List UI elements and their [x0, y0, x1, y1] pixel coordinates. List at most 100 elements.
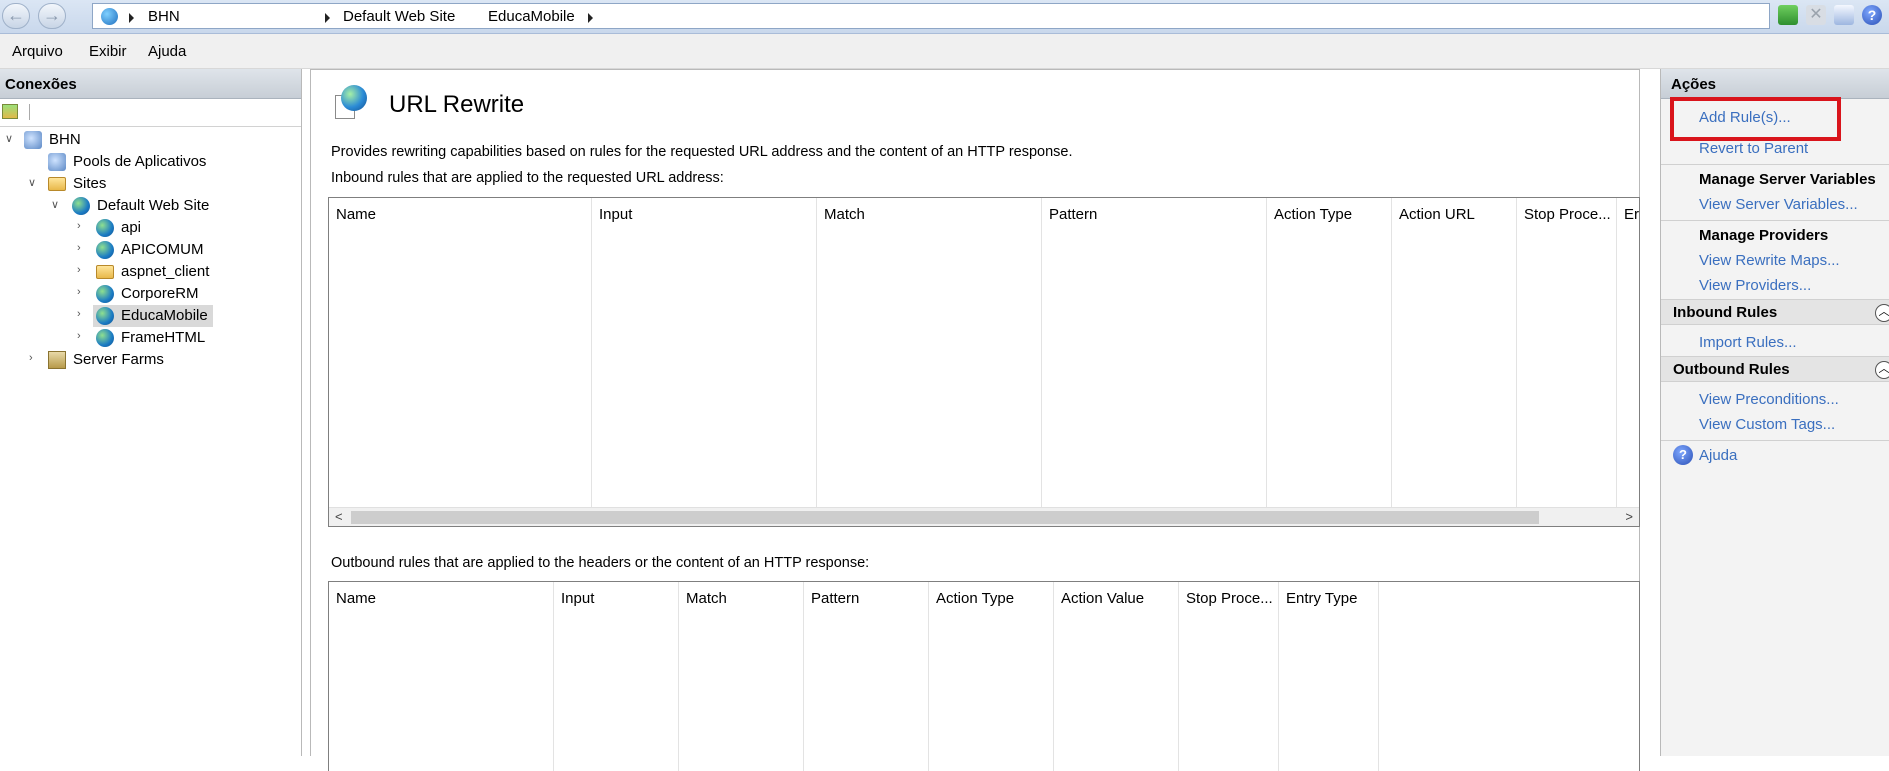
tree-item-label: Server Farms — [73, 351, 164, 368]
folder-icon — [96, 265, 114, 279]
collapsed-chevron-icon[interactable]: › — [77, 264, 81, 276]
expanded-chevron-icon[interactable]: ∨ — [28, 176, 36, 189]
address-box[interactable]: BHN Default Web Site EducaMobile — [92, 3, 1770, 29]
address-bar: ← → BHN Default Web Site EducaMobile ✕ ? — [0, 0, 1889, 34]
column-header-entry-type[interactable]: Entry Type — [1286, 590, 1357, 607]
connect-icon[interactable] — [2, 104, 18, 119]
manage-server-variables-heading: Manage Server Variables — [1699, 171, 1876, 188]
tree-item-label: Sites — [73, 175, 107, 192]
forward-arrow-icon[interactable]: → — [38, 3, 66, 29]
column-header-input[interactable]: Input — [561, 590, 594, 607]
collapsed-chevron-icon[interactable]: › — [77, 242, 81, 254]
breadcrumb-separator-icon — [129, 13, 134, 23]
expanded-chevron-icon[interactable]: ∨ — [5, 132, 13, 145]
tree-item-label: CorporeRM — [121, 285, 199, 302]
view-providers-link[interactable]: View Providers... — [1699, 277, 1811, 294]
stop-icon[interactable]: ✕ — [1806, 5, 1826, 25]
tree-item-label: BHN — [49, 131, 81, 148]
menu-arquivo[interactable]: Arquivo — [12, 43, 63, 60]
collapsed-chevron-icon[interactable]: › — [29, 352, 33, 364]
column-stop-processing: Stop Proce... — [1179, 582, 1279, 771]
tree-item-api[interactable]: › api — [0, 217, 300, 239]
column-header-name[interactable]: Name — [336, 590, 376, 607]
tree-item-label: FrameHTML — [121, 329, 206, 346]
menu-exibir[interactable]: Exibir — [89, 43, 127, 60]
actions-title: Ações — [1661, 69, 1889, 99]
feature-description: Provides rewriting capabilities based on… — [331, 144, 1073, 160]
tree-item-app-pools[interactable]: Pools de Aplicativos — [0, 151, 300, 173]
view-preconditions-link[interactable]: View Preconditions... — [1699, 391, 1839, 408]
tree-item-sites[interactable]: ∨ Sites — [0, 173, 300, 195]
tree-item-framehtml[interactable]: › FrameHTML — [0, 327, 300, 349]
page-title: URL Rewrite — [389, 91, 525, 118]
outbound-rules-grid[interactable]: Name Input Match Pattern Action Type Act… — [328, 581, 1640, 771]
view-custom-tags-link[interactable]: View Custom Tags... — [1699, 416, 1835, 433]
column-pattern: Pattern — [1042, 198, 1267, 526]
web-app-icon — [96, 285, 114, 303]
collapsed-chevron-icon[interactable]: › — [77, 330, 81, 342]
column-header-stop-processing[interactable]: Stop Proce... — [1186, 590, 1273, 607]
scrollbar-thumb[interactable] — [351, 511, 1539, 524]
help-icon: ? — [1673, 445, 1693, 465]
collapsed-chevron-icon[interactable]: › — [77, 220, 81, 232]
column-stop-processing: Stop Proce... — [1517, 198, 1617, 526]
server-icon — [24, 131, 42, 149]
inbound-rules-section[interactable]: Inbound Rules ︿ — [1661, 299, 1889, 325]
column-entry: Er — [1617, 198, 1641, 526]
refresh-icon[interactable] — [1778, 5, 1798, 25]
tree-item-label: aspnet_client — [121, 263, 210, 280]
tree-item-corporerm[interactable]: › CorporeRM — [0, 283, 300, 305]
collapsed-chevron-icon[interactable]: › — [77, 286, 81, 298]
home-icon[interactable] — [1834, 5, 1854, 25]
column-header-action-type[interactable]: Action Type — [936, 590, 1014, 607]
inbound-rules-label: Inbound rules that are applied to the re… — [331, 170, 724, 186]
tree-item-apicomum[interactable]: › APICOMUM — [0, 239, 300, 261]
sites-folder-icon — [48, 177, 66, 191]
outbound-rules-label: Outbound rules that are applied to the h… — [331, 555, 870, 571]
tree-item-default-web-site[interactable]: ∨ Default Web Site — [0, 195, 300, 217]
column-header-pattern[interactable]: Pattern — [811, 590, 859, 607]
section-title: Inbound Rules — [1673, 304, 1778, 321]
tree-item-label: APICOMUM — [121, 241, 204, 258]
view-rewrite-maps-link[interactable]: View Rewrite Maps... — [1699, 252, 1840, 269]
column-header-action-url[interactable]: Action URL — [1399, 206, 1475, 223]
collapse-icon[interactable]: ︿ — [1875, 361, 1889, 379]
revert-to-parent-link[interactable]: Revert to Parent — [1699, 140, 1808, 157]
help-link[interactable]: Ajuda — [1699, 447, 1737, 464]
horizontal-scrollbar[interactable]: < > — [329, 507, 1639, 526]
column-header-entry[interactable]: Er — [1624, 206, 1639, 223]
menu-ajuda[interactable]: Ajuda — [148, 43, 186, 60]
tree-item-educamobile[interactable]: › EducaMobile — [0, 305, 300, 327]
column-header-match[interactable]: Match — [824, 206, 865, 223]
outbound-rules-section[interactable]: Outbound Rules ︿ — [1661, 356, 1889, 382]
highlight-box — [1670, 97, 1841, 141]
scroll-right-icon[interactable]: > — [1625, 509, 1633, 524]
column-header-name[interactable]: Name — [336, 206, 376, 223]
column-header-action-value[interactable]: Action Value — [1061, 590, 1144, 607]
help-icon[interactable]: ? — [1862, 5, 1882, 25]
collapsed-chevron-icon[interactable]: › — [77, 308, 81, 320]
import-rules-link[interactable]: Import Rules... — [1699, 334, 1797, 351]
scroll-left-icon[interactable]: < — [335, 509, 343, 524]
actions-panel: Ações Add Rule(s)... Revert to Parent Ma… — [1660, 69, 1889, 756]
column-header-match[interactable]: Match — [686, 590, 727, 607]
column-header-stop-processing[interactable]: Stop Proce... — [1524, 206, 1611, 223]
collapse-icon[interactable]: ︿ — [1875, 304, 1889, 322]
breadcrumb-segment[interactable]: EducaMobile — [488, 8, 575, 25]
tree-item-label: Pools de Aplicativos — [73, 153, 207, 170]
inbound-rules-grid[interactable]: Name Input Match Pattern Action Type Act… — [328, 197, 1640, 527]
column-match: Match — [817, 198, 1042, 526]
tree-item-server[interactable]: ∨ BHN — [0, 129, 300, 151]
connections-title: Conexões — [0, 69, 301, 99]
column-header-input[interactable]: Input — [599, 206, 632, 223]
breadcrumb-segment[interactable]: BHN — [148, 8, 180, 25]
back-arrow-icon[interactable]: ← — [2, 3, 30, 29]
breadcrumb-segment[interactable]: Default Web Site — [343, 8, 455, 25]
tree-item-aspnet-client[interactable]: › aspnet_client — [0, 261, 300, 283]
column-header-pattern[interactable]: Pattern — [1049, 206, 1097, 223]
view-server-variables-link[interactable]: View Server Variables... — [1699, 196, 1858, 213]
expanded-chevron-icon[interactable]: ∨ — [51, 198, 59, 211]
divider — [1661, 164, 1889, 165]
tree-item-server-farms[interactable]: › Server Farms — [0, 349, 300, 371]
column-header-action-type[interactable]: Action Type — [1274, 206, 1352, 223]
